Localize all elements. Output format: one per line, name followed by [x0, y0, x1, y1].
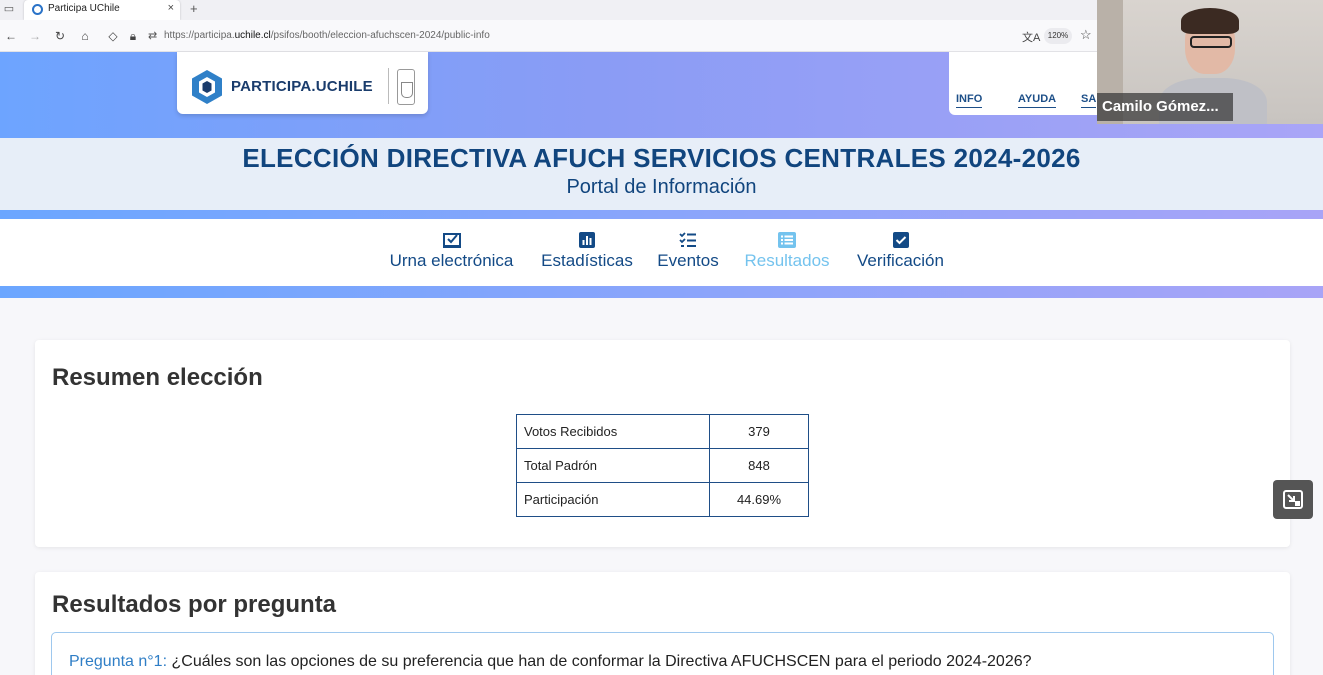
bar-chart-icon [579, 232, 595, 248]
lock-icon[interactable]: 🔒︎ [126, 29, 140, 43]
row-value: 44.69% [709, 482, 809, 517]
nav-label: Estadísticas [541, 251, 633, 270]
question-panel[interactable]: Pregunta n°1: ¿Cuáles son las opciones d… [51, 632, 1274, 675]
nav-label: Urna electrónica [389, 251, 514, 270]
logo-hexagon-icon [192, 70, 222, 104]
participant-name: Camilo Gómez... [1097, 93, 1233, 121]
question-number: Pregunta n°1: [69, 653, 168, 670]
section-nav: Urna electrónica Estadísticas Eventos Re… [0, 219, 1323, 286]
check-square-icon [892, 232, 909, 248]
checklist-icon [679, 232, 696, 247]
nav-label: Verificación [857, 251, 944, 270]
shield-icon[interactable]: ◇ [106, 29, 120, 43]
translate-icon[interactable]: 文A [1022, 29, 1040, 45]
nav-label: Eventos [657, 251, 719, 270]
close-tab-icon[interactable]: × [168, 2, 174, 14]
divider-band [0, 286, 1323, 298]
video-call-tile[interactable]: Camilo Gómez... [1097, 0, 1323, 124]
question-body: ¿Cuáles son las opciones de su preferenc… [171, 653, 1032, 670]
results-card: Resultados por pregunta Pregunta n°1: ¿C… [35, 572, 1290, 675]
nav-eventos[interactable]: Eventos [653, 231, 723, 271]
bookmark-star-icon[interactable]: ☆ [1080, 27, 1092, 43]
browser-tab[interactable]: Participa UChile × [24, 0, 180, 20]
menu-info[interactable]: INFO [956, 93, 983, 108]
address-bar[interactable]: ⇄ https://participa.uchile.cl/psifos/boo… [148, 24, 1103, 48]
reload-icon[interactable]: ↻ [53, 29, 67, 43]
table-row: Participación 44.69% [516, 482, 809, 517]
tab-title: Participa UChile [48, 3, 120, 14]
menu-ayuda[interactable]: AYUDA [1018, 93, 1057, 108]
logo-text: PARTICIPA.UCHILE [231, 78, 373, 95]
row-label: Participación [516, 482, 710, 517]
top-menu: INFO AYUDA SA [949, 52, 1109, 115]
question-text: Pregunta n°1: ¿Cuáles son las opciones d… [69, 653, 1032, 671]
university-seal-icon [397, 69, 415, 105]
menu-salir[interactable]: SA [1081, 93, 1097, 108]
pip-icon [1283, 490, 1303, 509]
new-tab-button[interactable]: + [190, 1, 198, 16]
zoom-level[interactable]: 120% [1044, 28, 1072, 44]
page-title: ELECCIÓN DIRECTIVA AFUCH SERVICIOS CENTR… [242, 143, 1081, 173]
summary-title: Resumen elección [52, 364, 263, 391]
divider-band [0, 210, 1323, 219]
page-subtitle: Portal de Información [566, 176, 757, 198]
table-row: Total Padrón 848 [516, 448, 809, 483]
picture-in-picture-button[interactable] [1273, 480, 1313, 519]
nav-verificacion[interactable]: Verificación [852, 231, 949, 271]
nav-urna-electronica[interactable]: Urna electrónica [383, 231, 520, 271]
tab-list-icon[interactable]: ▭ [2, 2, 16, 16]
favicon-icon [32, 4, 43, 15]
nav-label: Resultados [744, 251, 830, 270]
home-icon[interactable]: ⌂ [78, 29, 92, 43]
permissions-icon[interactable]: ⇄ [148, 29, 157, 42]
logo-divider [388, 68, 389, 104]
list-icon [778, 232, 796, 248]
site-logo[interactable]: PARTICIPA.UCHILE [177, 52, 428, 114]
nav-resultados[interactable]: Resultados [738, 231, 836, 271]
ballot-box-icon [442, 233, 461, 248]
results-title: Resultados por pregunta [52, 591, 337, 618]
nav-estadisticas[interactable]: Estadísticas [536, 231, 638, 271]
election-summary-card: Resumen elección Votos Recibidos 379 Tot… [35, 340, 1290, 547]
row-label: Votos Recibidos [516, 414, 710, 449]
url-text[interactable]: https://participa.uchile.cl/psifos/booth… [164, 30, 490, 41]
participant-hair [1181, 8, 1239, 34]
table-row: Votos Recibidos 379 [516, 414, 809, 449]
back-arrow-icon[interactable]: ← [4, 29, 18, 43]
forward-arrow-icon[interactable]: → [28, 29, 42, 43]
summary-table: Votos Recibidos 379 Total Padrón 848 Par… [516, 414, 809, 517]
row-label: Total Padrón [516, 448, 710, 483]
participant-glasses [1190, 36, 1232, 48]
row-value: 379 [709, 414, 809, 449]
row-value: 848 [709, 448, 809, 483]
